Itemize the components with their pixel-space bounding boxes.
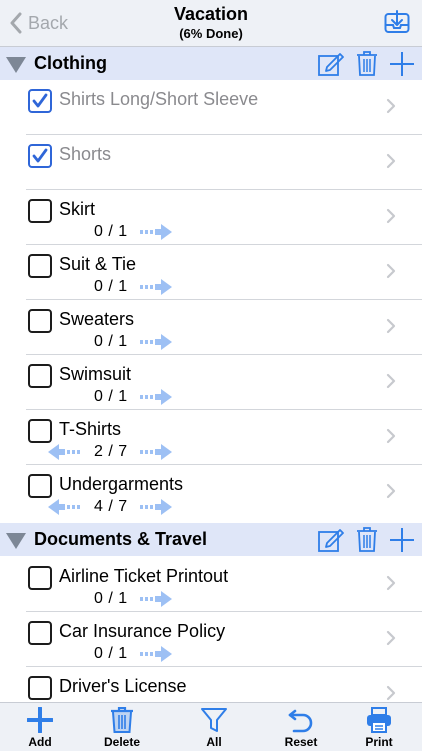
trash-icon[interactable] [356,527,378,552]
checkbox[interactable] [28,309,52,333]
checkbox[interactable] [28,419,52,443]
checkmark-icon [32,148,48,163]
list-item[interactable]: Swimsuit 0 / 1 [0,355,422,410]
plus-icon [27,707,53,733]
navigation-bar: Back Vacation (6% Done) [0,0,422,47]
trash-icon[interactable] [356,51,378,76]
increment-arrow-icon[interactable] [140,443,174,461]
item-label: Skirt [59,199,95,219]
checkbox[interactable] [28,199,52,223]
checkbox[interactable] [28,676,52,700]
item-count: 4 / 7 [94,498,128,515]
item-label: Sweaters [59,309,135,329]
print-button[interactable]: Print [349,707,409,749]
item-label: T-Shirts [59,419,122,439]
list-item[interactable]: Airline Ticket Printout 0 / 1 [0,557,422,612]
item-count: 0 / 1 [94,223,128,240]
filter-funnel-icon [201,708,227,732]
increment-arrow-icon[interactable] [140,223,174,241]
section-title: Documents & Travel [34,529,208,549]
item-label: Driver's License [59,676,187,696]
item-label: Suit & Tie [59,254,137,274]
list-item[interactable]: Undergarments 4 / 7 [0,465,422,520]
chevron-right-icon [386,373,396,389]
item-label: Airline Ticket Printout [59,566,229,586]
edit-icon[interactable] [318,528,344,552]
collapse-triangle-icon[interactable] [6,57,26,73]
import-tray-icon [384,10,410,33]
chevron-right-icon [386,98,396,114]
increment-arrow-icon[interactable] [140,333,174,351]
item-label: Shorts [59,144,112,164]
add-icon[interactable] [390,528,414,552]
page-title: Vacation [173,4,249,24]
chevron-right-icon [386,428,396,444]
increment-arrow-icon[interactable] [140,590,174,608]
chevron-right-icon [386,263,396,279]
item-count: 0 / 1 [94,333,128,350]
undo-arrow-icon [288,709,313,733]
list-item[interactable]: T-Shirts 2 / 7 [0,410,422,465]
printer-icon [367,707,391,733]
list-item[interactable]: Shorts [0,135,422,190]
add-icon[interactable] [390,52,414,76]
checkbox[interactable] [28,566,52,590]
print-label: Print [365,735,393,749]
checkbox[interactable] [28,621,52,645]
trash-icon [111,707,133,733]
bottom-toolbar: Add Delete All Reset Print [0,702,422,751]
list-item[interactable]: Shirts Long/Short Sleeve [0,80,422,135]
list-item[interactable]: Car Insurance Policy 0 / 1 [0,612,422,667]
checkbox[interactable] [28,364,52,388]
all-label: All [206,735,222,749]
collapse-triangle-icon[interactable] [6,533,26,549]
item-label: Car Insurance Policy [59,621,226,641]
decrement-arrow-icon[interactable] [46,443,80,461]
chevron-right-icon [386,318,396,334]
list-item[interactable]: Skirt 0 / 1 [0,190,422,245]
section-title: Clothing [34,53,107,73]
delete-button[interactable]: Delete [92,707,152,749]
chevron-right-icon [386,483,396,499]
item-count: 0 / 1 [94,278,128,295]
checkmark-icon [32,93,48,108]
item-label: Shirts Long/Short Sleeve [59,89,259,109]
increment-arrow-icon[interactable] [140,388,174,406]
list-item[interactable]: Sweaters 0 / 1 [0,300,422,355]
chevron-right-icon [386,630,396,646]
chevron-right-icon [386,685,396,701]
add-label: Add [28,735,52,749]
item-count: 2 / 7 [94,443,128,460]
delete-label: Delete [103,735,141,749]
item-label: Undergarments [59,474,184,494]
increment-arrow-icon[interactable] [140,498,174,516]
increment-arrow-icon[interactable] [140,645,174,663]
progress-subtitle: (6% Done) [179,26,243,41]
add-button[interactable]: Add [10,707,70,749]
chevron-right-icon [386,575,396,591]
item-label: Swimsuit [59,364,132,384]
checkbox[interactable] [28,254,52,278]
import-button[interactable] [384,10,410,39]
reset-label: Reset [284,735,318,749]
filter-all-button[interactable]: All [184,707,244,749]
item-count: 0 / 1 [94,590,128,607]
edit-icon[interactable] [318,52,344,76]
chevron-right-icon [386,208,396,224]
checkbox[interactable] [28,144,52,168]
section-header-clothing[interactable]: Clothing [0,47,422,80]
section-header-documents-travel[interactable]: Documents & Travel [0,523,422,556]
item-count: 0 / 1 [94,388,128,405]
item-count: 0 / 1 [94,645,128,662]
checkbox[interactable] [28,474,52,498]
decrement-arrow-icon[interactable] [46,498,80,516]
chevron-right-icon [386,153,396,169]
increment-arrow-icon[interactable] [140,278,174,296]
list-item[interactable]: Suit & Tie 0 / 1 [0,245,422,300]
checkbox[interactable] [28,89,52,113]
reset-button[interactable]: Reset [271,707,331,749]
